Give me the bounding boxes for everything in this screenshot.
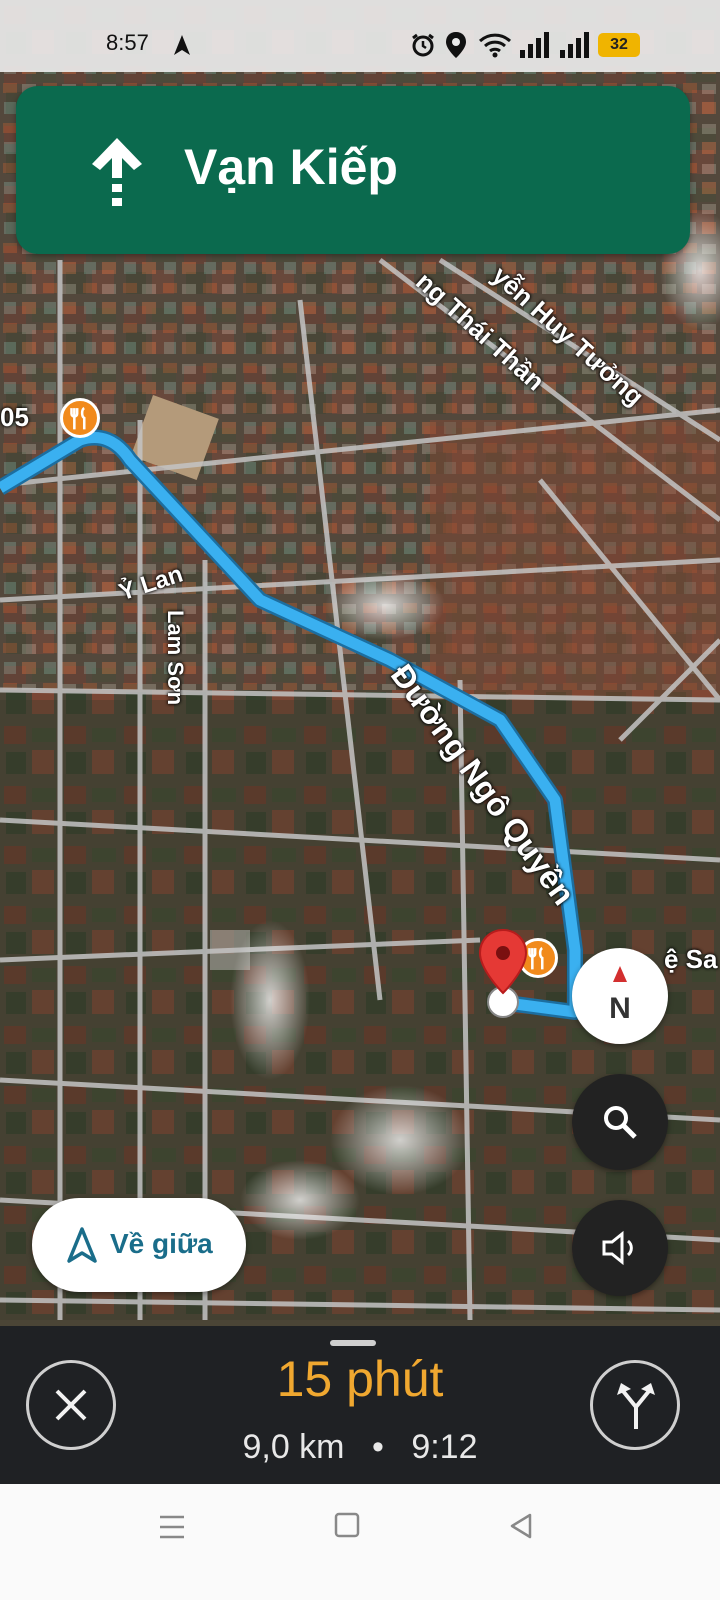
- status-bar: 8:57 32: [0, 0, 720, 72]
- map-label-road-partial: 05: [0, 402, 29, 432]
- map-label-lam-son: Lam Sơn: [163, 610, 188, 706]
- recenter-label: Về giữa: [110, 1228, 213, 1259]
- trip-separator: •: [371, 1428, 384, 1466]
- sound-button[interactable]: [572, 1200, 668, 1296]
- arrival-time: 9:12: [411, 1428, 478, 1466]
- navigation-arrow-icon: [67, 1227, 97, 1263]
- alarm-icon: [412, 33, 434, 57]
- destination-pin-icon[interactable]: [476, 928, 530, 1024]
- location-icon: [446, 32, 466, 58]
- straight-arrow-icon: [92, 138, 142, 206]
- exit-navigation-button[interactable]: [26, 1360, 116, 1450]
- navigation-instruction-banner[interactable]: Vạn Kiếp: [16, 86, 690, 254]
- system-navigation-bar: [0, 1484, 720, 1600]
- trip-distance: 9,0 km: [242, 1428, 345, 1466]
- back-icon[interactable]: [508, 1512, 534, 1540]
- search-icon: [604, 1106, 637, 1139]
- compass-letter: N: [609, 992, 631, 1025]
- navigation-arrow-icon: [174, 35, 190, 55]
- next-street-name: Vạn Kiếp: [184, 139, 398, 195]
- alternate-routes-button[interactable]: [590, 1360, 680, 1450]
- compass-needle-icon: [613, 966, 627, 982]
- compass-button[interactable]: N: [572, 948, 668, 1044]
- speaker-icon: [602, 1230, 633, 1266]
- status-time: 8:57: [106, 30, 149, 55]
- recenter-button[interactable]: Về giữa: [32, 1198, 246, 1292]
- close-icon: [55, 1389, 87, 1421]
- search-button[interactable]: [572, 1074, 668, 1170]
- panel-drag-handle[interactable]: [330, 1340, 376, 1346]
- map-label-partial-right: ệ Sa: [664, 944, 718, 974]
- battery-indicator: 32: [598, 33, 640, 57]
- fork-routes-icon: [617, 1383, 655, 1429]
- wifi-icon: [478, 33, 512, 58]
- signal-icon: [520, 32, 549, 58]
- restaurant-icon[interactable]: [60, 398, 100, 438]
- home-icon[interactable]: [334, 1512, 360, 1538]
- signal-icon: [560, 32, 589, 58]
- menu-icon[interactable]: [158, 1514, 186, 1540]
